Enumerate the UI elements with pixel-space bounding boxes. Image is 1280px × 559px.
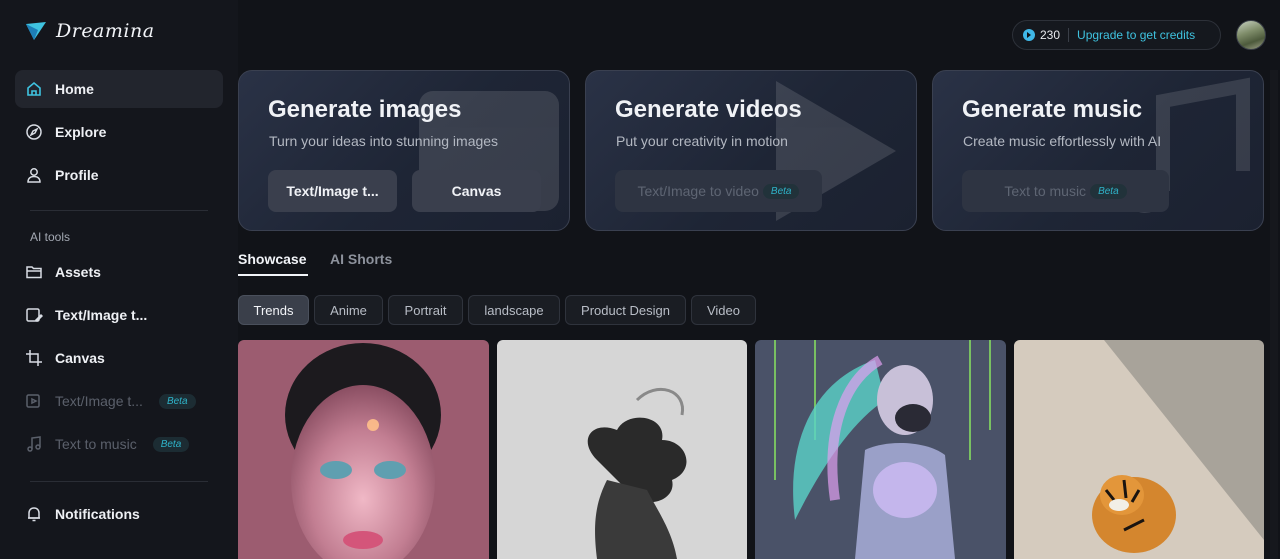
sidebar-item-text-image[interactable]: Text/Image t... [15,296,223,334]
chip-product-design[interactable]: Product Design [565,295,686,325]
card-subtitle: Turn your ideas into stunning images [269,133,499,149]
canvas-button[interactable]: Canvas [412,170,541,212]
tab-ai-shorts[interactable]: AI Shorts [330,251,392,267]
beta-badge: Beta [1090,183,1127,199]
sidebar-item-profile[interactable]: Profile [15,156,223,194]
chip-anime[interactable]: Anime [314,295,383,325]
button-label: Text to music [1004,183,1087,199]
credit-separator [1068,28,1070,42]
sidebar-item-canvas[interactable]: Canvas [15,339,223,377]
sidebar-item-label: Assets [55,264,101,280]
sidebar-item-label: Explore [55,124,107,140]
upgrade-link[interactable]: Upgrade to get credits [1077,28,1195,42]
sidebar-divider [30,481,208,482]
video-edit-icon [25,392,43,410]
card-subtitle: Create music effortlessly with AI [963,133,1162,149]
generate-videos-card[interactable]: Generate videos Put your creativity in m… [585,70,917,231]
sidebar-item-label: Text to music [55,436,137,452]
gallery-item-glass-portrait[interactable] [238,340,489,559]
beta-badge: Beta [158,393,196,409]
sidebar-item-text-to-music[interactable]: Text to music Beta [15,425,223,463]
logo[interactable]: Dreamina [24,18,155,44]
generate-music-card[interactable]: Generate music Create music effortlessly… [932,70,1264,231]
brand-name: Dreamina [56,20,155,42]
tab-showcase[interactable]: Showcase [238,251,306,267]
crop-icon [25,349,43,367]
gallery-item-tiger[interactable] [1014,340,1264,559]
sidebar-item-label: Text/Image t... [55,393,143,409]
scrollbar[interactable] [1270,70,1278,559]
avatar[interactable] [1236,20,1266,50]
sidebar-item-label: Profile [55,167,99,183]
bell-icon [25,505,43,523]
image-edit-icon [25,306,43,324]
credit-icon [1023,29,1035,41]
active-tab-indicator [238,274,308,276]
sidebar-item-notifications[interactable]: Notifications [15,495,223,533]
card-subtitle: Put your creativity in motion [616,133,788,149]
card-title: Generate music [962,96,1143,123]
sidebar: Dreamina Home Explore Profile AI tools A… [0,0,238,559]
text-image-button[interactable]: Text/Image t... [268,170,397,212]
card-title: Generate images [268,96,462,123]
chip-portrait[interactable]: Portrait [388,295,463,325]
chip-video[interactable]: Video [691,295,756,325]
user-icon [25,166,43,184]
beta-badge: Beta [762,183,800,199]
gallery-item-smoke-silhouette[interactable] [497,340,747,559]
home-icon [25,80,43,98]
sidebar-item-text-image-video[interactable]: Text/Image t... Beta [15,382,223,420]
generate-images-card[interactable]: Generate images Turn your ideas into stu… [238,70,570,231]
beta-badge: Beta [152,436,190,452]
sidebar-item-label: Canvas [55,350,105,366]
dreamina-logo-icon [26,22,46,40]
compass-icon [25,123,43,141]
sidebar-item-explore[interactable]: Explore [15,113,223,151]
button-label: Text/Image to video [637,183,759,199]
gallery-item-cyborg-girl[interactable] [755,340,1006,559]
folder-icon [25,263,43,281]
card-title: Generate videos [615,96,802,123]
credits-pill[interactable]: 230 Upgrade to get credits [1012,20,1221,50]
sidebar-item-label: Text/Image t... [55,307,148,323]
sidebar-item-label: Notifications [55,506,140,522]
ai-tools-label: AI tools [30,230,71,244]
chip-landscape[interactable]: landscape [468,295,560,325]
credit-count: 230 [1040,28,1061,42]
sidebar-item-assets[interactable]: Assets [15,253,223,291]
sidebar-item-label: Home [55,81,94,97]
sidebar-divider [30,210,208,211]
music-note-icon [25,435,43,453]
text-image-to-video-button[interactable]: Text/Image to video Beta [615,170,822,212]
text-to-music-button[interactable]: Text to music Beta [962,170,1169,212]
sidebar-item-home[interactable]: Home [15,70,223,108]
chip-trends[interactable]: Trends [238,295,309,325]
